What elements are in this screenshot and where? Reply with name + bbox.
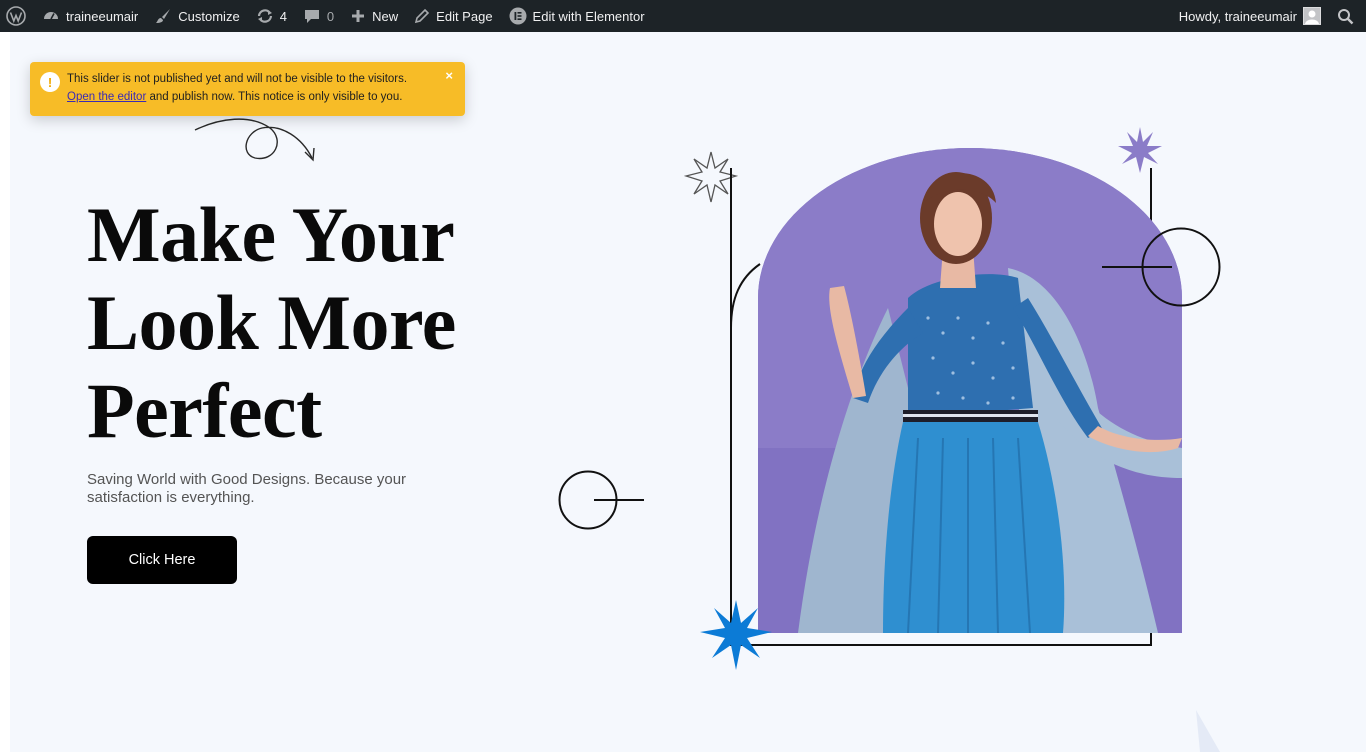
howdy-label: Howdy, traineeumair	[1178, 8, 1297, 24]
hero-title: Make Your Look More Perfect	[87, 191, 567, 455]
elementor-icon	[509, 7, 527, 25]
purple-star-decoration	[1118, 127, 1162, 173]
edit-page-link[interactable]: Edit Page	[406, 0, 500, 32]
edit-page-label: Edit Page	[436, 8, 493, 24]
hero-title-line: Look More	[87, 279, 456, 366]
plus-icon	[352, 10, 365, 22]
site-name-menu[interactable]: traineeumair	[34, 0, 146, 32]
my-account-menu[interactable]: Howdy, traineeumair	[1171, 0, 1329, 32]
blue-star-decoration	[700, 600, 772, 670]
comment-icon	[304, 10, 319, 23]
new-content-menu[interactable]: New	[342, 0, 406, 32]
hero-subtitle: Saving World with Good Designs. Because …	[87, 471, 407, 506]
notice-message: This slider is not published yet and wil…	[67, 73, 408, 85]
circle-line-decoration-right	[1102, 227, 1221, 307]
search-icon	[1338, 8, 1354, 24]
edit-with-elementor-label: Edit with Elementor	[532, 8, 645, 24]
faint-corner-decoration	[1196, 710, 1220, 752]
hero-title-line: Make Your	[87, 191, 455, 278]
avatar	[1303, 7, 1321, 25]
customize-label: Customize	[178, 8, 240, 24]
curly-arrow-decoration	[194, 118, 315, 162]
edit-with-elementor-link[interactable]: Edit with Elementor	[501, 0, 653, 32]
slider-unpublished-notice: ! This slider is not published yet and w…	[30, 62, 465, 116]
open-editor-link[interactable]: Open the editor	[67, 91, 146, 103]
updates-count: 4	[279, 8, 287, 24]
new-label: New	[372, 8, 399, 24]
page-left-gutter	[0, 32, 10, 752]
search-button[interactable]	[1329, 0, 1366, 32]
wordpress-logo-button[interactable]	[0, 0, 34, 32]
notice-message-rest: and publish now. This notice is only vis…	[146, 91, 403, 103]
admin-bar: traineeumair Customize 4 0 New Edit Page…	[0, 0, 1366, 32]
pencil-icon	[415, 8, 430, 24]
circle-line-decoration	[558, 470, 644, 530]
click-here-button[interactable]: Click Here	[87, 536, 237, 584]
close-icon[interactable]: ×	[445, 67, 453, 84]
site-name-label: traineeumair	[66, 8, 139, 24]
warning-icon: !	[40, 72, 60, 92]
hero-title-line: Perfect	[87, 367, 322, 454]
updates-icon	[257, 9, 272, 23]
dashboard-icon	[44, 12, 58, 20]
wordpress-icon	[6, 6, 26, 26]
notice-message-line2: Open the editor and publish now. This no…	[67, 89, 402, 106]
brush-icon	[156, 9, 171, 23]
customize-link[interactable]: Customize	[146, 0, 247, 32]
comments-count: 0	[326, 8, 335, 24]
updates-link[interactable]: 4	[248, 0, 295, 32]
comments-link[interactable]: 0	[295, 0, 342, 32]
hero-photo	[758, 148, 1182, 633]
